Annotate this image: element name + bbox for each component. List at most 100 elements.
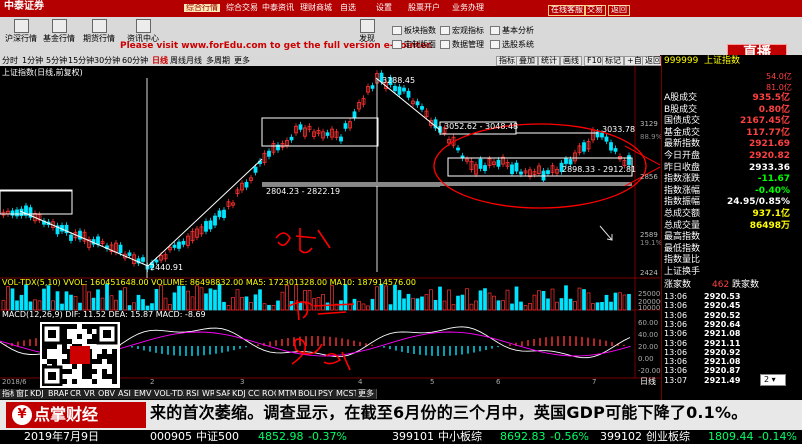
x-tick: 5 <box>430 378 435 386</box>
macd-tick: 0.00 <box>638 355 654 363</box>
period-tab[interactable]: 更多 <box>234 57 250 65</box>
volume-bar <box>438 286 442 311</box>
indicator-tab[interactable]: KDJ <box>28 389 47 399</box>
toolbar-right-button[interactable]: 板块指数 <box>392 26 436 35</box>
volume-bar <box>460 294 465 311</box>
volume-bar <box>325 302 330 311</box>
chart-tool-button[interactable]: 画线 <box>560 56 582 66</box>
volume-bar <box>91 297 96 311</box>
period-tab[interactable]: 分时 <box>2 57 18 65</box>
volume-bar <box>10 288 15 311</box>
volume-bar <box>298 302 303 311</box>
chart-tool-button[interactable]: 指标 <box>496 56 518 66</box>
stat-value: 117.77亿 <box>746 127 790 138</box>
volume-bar <box>510 303 514 311</box>
x-tick: 2018/6 <box>2 378 27 386</box>
menu-item[interactable]: 设置 <box>376 4 392 12</box>
toolbar-right-label: 选股系统 <box>502 40 534 49</box>
stat-value: -0.40% <box>755 185 790 196</box>
quote-name: 中小板综 <box>438 430 482 443</box>
toolbar-icon <box>440 26 450 35</box>
volume-bar <box>393 284 397 311</box>
tick-time: 13:06 <box>664 357 688 367</box>
macd-tick: 60.00 <box>638 319 659 327</box>
volume-bar <box>213 289 217 311</box>
volume-bar <box>600 301 604 311</box>
toolbar-button[interactable]: 沪深行情 <box>4 19 38 43</box>
period-tab[interactable]: 多周期 <box>206 57 230 65</box>
menu-item[interactable]: 综合行情 <box>184 4 220 12</box>
x-tick: 6 <box>496 378 501 386</box>
box-label-1: 3052.62 - 3048.48 <box>444 122 519 131</box>
toolbar-icon <box>91 19 107 33</box>
menu-item[interactable]: 中泰资讯 <box>262 4 294 12</box>
volume-bar <box>406 293 411 311</box>
period-tab[interactable]: 30分钟 <box>94 57 120 65</box>
toolbar-button[interactable]: 期货行情 <box>82 19 116 43</box>
volume-bar <box>433 300 438 311</box>
top-link[interactable]: 返回 <box>608 5 630 16</box>
menu-item[interactable]: 理财商城 <box>300 4 332 12</box>
tick-price: 2920.53 <box>704 292 741 301</box>
indicator-tab[interactable]: PSY <box>316 389 336 399</box>
volume-bar <box>28 301 33 311</box>
toolbar-button[interactable]: 基金行情 <box>42 19 76 43</box>
tick-price: 2920.64 <box>704 319 741 329</box>
toolbar-right-label: 宏观指标 <box>452 26 484 35</box>
level-select[interactable]: 2 ▾ <box>760 374 786 386</box>
period-tab[interactable]: 15分钟 <box>68 57 94 65</box>
quote-name: 创业板综 <box>646 430 690 443</box>
volume-bar <box>370 298 375 311</box>
volume-bar <box>46 285 51 311</box>
period-tab[interactable]: 5分钟 <box>46 57 67 65</box>
toolbar-right-button[interactable]: 数据管理 <box>440 40 484 49</box>
app-logo: 中泰证券 <box>4 1 44 12</box>
toolbar-right-label: 定制版面 <box>404 40 436 49</box>
stat-label: 总成交量 <box>664 220 701 231</box>
x-tick: 4 <box>358 378 363 386</box>
volume-bar <box>541 291 546 311</box>
watermark-text: Please visit www.forEdu.com to get the f… <box>120 41 433 51</box>
stat-value: 2920.82 <box>749 151 790 161</box>
volume-bar <box>604 294 609 311</box>
tick-price: 2921.08 <box>704 329 741 339</box>
up-count-label: 涨家数 <box>664 280 692 290</box>
low-label: 2440.91 <box>150 263 184 272</box>
chart-tool-button[interactable]: 叠加 <box>516 56 538 66</box>
period-tab[interactable]: 月线 <box>186 57 202 65</box>
menu-item[interactable]: 股票开户 <box>408 4 440 12</box>
toolbar-right-button[interactable]: 定制版面 <box>392 40 436 49</box>
toolbar-right-button[interactable]: 宏观指标 <box>440 26 484 35</box>
period-tab[interactable]: 日线 <box>152 57 168 65</box>
date-label: 2019年7月9日 <box>24 430 99 443</box>
toolbar-button[interactable]: 发现 <box>350 19 384 43</box>
indicator-tab[interactable]: OBV <box>96 389 119 399</box>
box-right-label: 3033.78 <box>602 125 636 134</box>
menu-item[interactable]: 综合交易 <box>226 4 258 12</box>
y-tick: 19.1% <box>640 239 663 247</box>
volume-bar <box>514 286 519 311</box>
period-tab[interactable]: 周线 <box>170 57 186 65</box>
toolbar-right-button[interactable]: 选股系统 <box>490 40 534 49</box>
volume-bar <box>204 293 208 311</box>
volume-bar <box>105 283 109 311</box>
tick-time: 13:07 <box>664 375 688 385</box>
toolbar-button[interactable]: 资讯中心 <box>126 19 160 43</box>
period-tab[interactable]: 1分钟 <box>22 57 43 65</box>
top-link[interactable]: 交易 <box>584 5 606 16</box>
volume-bar <box>217 283 222 311</box>
period-tab[interactable]: 60分钟 <box>122 57 148 65</box>
indicator-tab[interactable]: 更多 <box>356 389 377 399</box>
chart-tool-button[interactable]: 统计 <box>538 56 560 66</box>
quote-change: -0.14% <box>758 430 797 443</box>
toolbar-right-button[interactable]: 基本分析 <box>490 26 534 35</box>
menu-item[interactable]: 自选 <box>340 4 356 12</box>
toolbar-button-label: 沪深行情 <box>5 34 37 43</box>
stat-value: 86498万 <box>749 220 790 231</box>
chart-tool-button[interactable]: 标记 <box>602 56 624 66</box>
menu-item[interactable]: 业务办理 <box>452 4 484 12</box>
top-link[interactable]: 在线客服 <box>548 5 586 16</box>
toolbar-icon <box>51 19 67 33</box>
volume-bar <box>15 300 19 311</box>
volume-bar <box>78 302 82 311</box>
